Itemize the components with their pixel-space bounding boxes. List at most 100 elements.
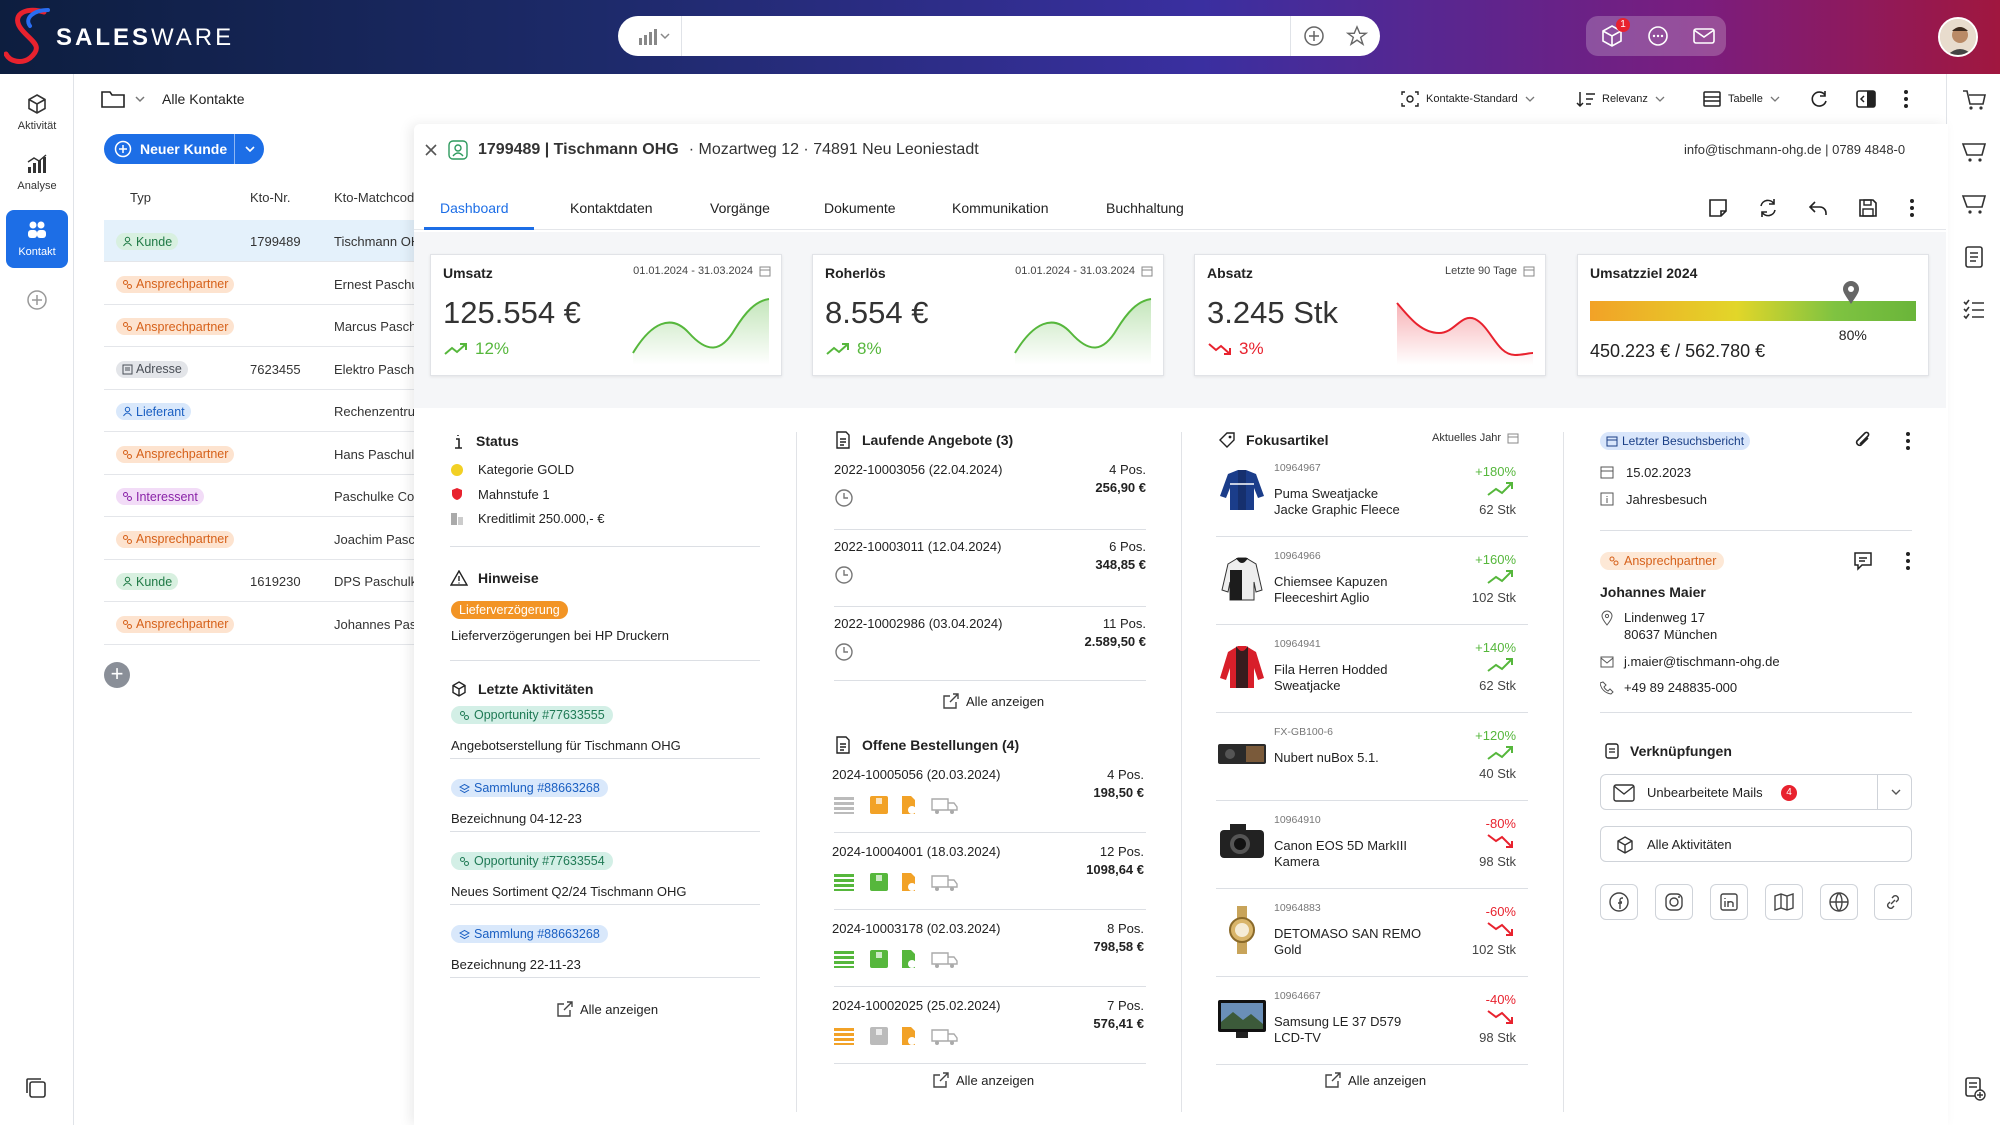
table-row[interactable]: Interessent Paschulke Co (104, 475, 424, 517)
table-row[interactable]: Ansprechpartner Johannes Paschulke (104, 603, 424, 645)
link-icon[interactable] (1874, 884, 1912, 920)
more-icon[interactable] (1908, 196, 1932, 220)
offer-item[interactable]: 2022-10002986 (03.04.2024) 11 Pos. 2.589,5… (834, 616, 1146, 686)
rail-item-aktivitaet[interactable]: Aktivität (6, 84, 68, 142)
mail-icon[interactable] (1690, 22, 1718, 50)
chevron-down-icon[interactable] (234, 134, 264, 164)
order-item[interactable]: 2024-10002025 (25.02.2024) 7 Pos. 576,41 € (832, 998, 1144, 1068)
table-row[interactable]: Ansprechpartner Hans Paschulke (104, 433, 424, 475)
column-header-matchcode[interactable]: Kto-Matchcode (334, 190, 414, 205)
tab-kontaktdaten[interactable]: Kontaktdaten (570, 200, 653, 216)
add-icon[interactable] (1290, 16, 1336, 56)
focus-product[interactable]: 10964667 Samsung LE 37 D579 LCD-TV -40% 98 S… (1216, 990, 1528, 1070)
search-input[interactable] (682, 16, 1288, 56)
clipboard-add-icon[interactable] (1960, 1074, 1988, 1102)
tab-dashboard[interactable]: Dashboard (440, 200, 509, 216)
focus-show-all-link[interactable]: Alle anzeigen (1324, 1071, 1426, 1089)
breadcrumb[interactable]: Alle Kontakte (100, 88, 245, 110)
opportunity-tag[interactable]: Opportunity #77633554 (451, 852, 613, 870)
rail-item-analyse[interactable]: Analyse (6, 144, 68, 202)
tab-dokumente[interactable]: Dokumente (824, 200, 896, 216)
focus-product[interactable]: 10964910 Canon EOS 5D MarkIII Kamera -80% 98… (1216, 814, 1528, 894)
kpi-range[interactable]: Letzte 90 Tage (1445, 265, 1535, 277)
opportunity-tag[interactable]: Opportunity #77633555 (451, 706, 613, 724)
table-row[interactable]: Ansprechpartner Ernest Paschulke (104, 263, 424, 305)
save-icon[interactable] (1856, 196, 1880, 220)
refresh-icon[interactable] (1808, 88, 1830, 110)
offers-show-all-link[interactable]: Alle anzeigen (942, 692, 1044, 710)
clipboard-icon[interactable] (1960, 242, 1988, 270)
tab-buchhaltung[interactable]: Buchhaltung (1106, 200, 1184, 216)
add-row-button[interactable]: + (104, 662, 130, 688)
focus-period[interactable]: Aktuelles Jahr (1432, 432, 1519, 444)
chevron-down-icon[interactable] (1877, 775, 1913, 809)
cart-icon[interactable] (1960, 190, 1988, 218)
linkedin-icon[interactable] (1710, 884, 1748, 920)
star-icon[interactable] (1334, 16, 1380, 56)
activities-show-all-link[interactable]: Alle anzeigen (556, 1000, 658, 1018)
table-row[interactable]: Ansprechpartner Marcus Paschulke (104, 305, 424, 347)
table-row[interactable]: Kunde 1619230 DPS Paschulke (104, 560, 424, 602)
undo-icon[interactable] (1806, 196, 1830, 220)
orders-show-all-link[interactable]: Alle anzeigen (932, 1071, 1034, 1089)
order-item[interactable]: 2024-10003178 (02.03.2024) 8 Pos. 798,58 € (832, 921, 1144, 991)
focus-product[interactable]: 10964941 Fila Herren Hodded Sweatjacke +140… (1216, 638, 1528, 718)
table-row[interactable]: Lieferant Rechenzentrum (104, 390, 424, 432)
map-icon[interactable] (1765, 884, 1803, 920)
instagram-icon[interactable] (1655, 884, 1693, 920)
kpi-rohertrag[interactable]: Roherlös 01.01.2024 - 31.03.2024 8.554 €… (812, 254, 1164, 376)
tab-kommunikation[interactable]: Kommunikation (952, 200, 1049, 216)
sort-selector[interactable]: Relevanz (1576, 90, 1666, 108)
kpi-absatz[interactable]: Absatz Letzte 90 Tage 3.245 Stk 3% (1194, 254, 1546, 376)
table-row[interactable]: Adresse 7623455 Elektro Paschulke (104, 348, 424, 390)
view-selector[interactable]: Kontakte-Standard (1400, 90, 1536, 108)
order-item[interactable]: 2024-10004001 (18.03.2024) 12 Pos. 1098,64… (832, 844, 1144, 914)
column-header-kto[interactable]: Kto-Nr. (250, 190, 290, 205)
focus-product[interactable]: 10964883 DETOMASO SAN REMO Gold -60% 102 Stk (1216, 902, 1528, 982)
table-row[interactable]: Ansprechpartner Joachim Paschulke (104, 518, 424, 560)
close-icon[interactable] (424, 143, 438, 157)
search-scope-selector[interactable] (626, 16, 682, 56)
facebook-icon[interactable] (1600, 884, 1638, 920)
cart-arrow-icon[interactable] (1960, 86, 1988, 114)
windows-icon[interactable] (23, 1075, 49, 1101)
unread-mails-dropdown[interactable]: Unbearbeitete Mails 4 (1600, 774, 1912, 810)
contact-email[interactable]: j.maier@tischmann-ohg.de (1624, 654, 1780, 669)
collection-tag[interactable]: Sammlung #88663268 (451, 779, 608, 797)
focus-product[interactable]: FX-GB100-6 Nubert nuBox 5.1. +120% 40 Stk (1216, 726, 1528, 806)
all-activities-button[interactable]: Alle Aktivitäten (1600, 826, 1912, 862)
package-notification-icon[interactable]: 1 (1598, 18, 1630, 50)
more-icon[interactable] (1904, 550, 1912, 572)
search-bar[interactable] (618, 16, 1380, 56)
add-module-icon[interactable] (25, 288, 49, 312)
kpi-umsatzziel[interactable]: Umsatzziel 2024 80% 450.223 € / 562.780 … (1577, 254, 1929, 376)
user-avatar[interactable] (1938, 17, 1978, 57)
memo-icon[interactable] (1852, 550, 1874, 572)
chat-icon[interactable] (1644, 22, 1672, 50)
sync-icon[interactable] (1756, 196, 1780, 220)
kpi-range[interactable]: 01.01.2024 - 31.03.2024 (1015, 265, 1153, 277)
attachment-icon[interactable] (1852, 430, 1874, 452)
table-row[interactable]: Kunde 1799489 Tischmann OHG (104, 220, 424, 262)
kpi-range[interactable]: 01.01.2024 - 31.03.2024 (633, 265, 771, 277)
column-header-typ[interactable]: Typ (130, 190, 151, 205)
focus-product[interactable]: 10964966 Chiemsee Kapuzen Fleeceshirt Agli… (1216, 550, 1528, 630)
offer-item[interactable]: 2022-10003011 (12.04.2024) 6 Pos. 348,85 € (834, 539, 1146, 609)
focus-product[interactable]: 10964967 Puma Sweatjacke Jacke Graphic Fle… (1216, 462, 1528, 542)
contact-phone[interactable]: +49 89 248835-000 (1624, 680, 1737, 695)
more-icon[interactable] (1902, 88, 1910, 110)
new-customer-button[interactable]: Neuer Kunde (104, 134, 264, 164)
kpi-umsatz[interactable]: Umsatz 01.01.2024 - 31.03.2024 125.554 €… (430, 254, 782, 376)
rail-item-kontakt[interactable]: Kontakt (6, 210, 68, 268)
checklist-icon[interactable] (1960, 294, 1988, 322)
tab-vorgaenge[interactable]: Vorgänge (710, 200, 770, 216)
offer-item[interactable]: 2022-10003056 (22.04.2024) 4 Pos. 256,90 € (834, 462, 1146, 532)
order-item[interactable]: 2024-10005056 (20.03.2024) 4 Pos. 198,50 € (832, 767, 1144, 837)
collection-tag[interactable]: Sammlung #88663268 (451, 925, 608, 943)
brand-name[interactable]: SALESWARE (56, 24, 234, 52)
cart-icon[interactable] (1960, 138, 1988, 166)
globe-icon[interactable] (1820, 884, 1858, 920)
layout-selector[interactable]: Tabelle (1702, 90, 1781, 108)
panel-toggle-icon[interactable] (1855, 88, 1877, 110)
more-icon[interactable] (1904, 430, 1912, 452)
